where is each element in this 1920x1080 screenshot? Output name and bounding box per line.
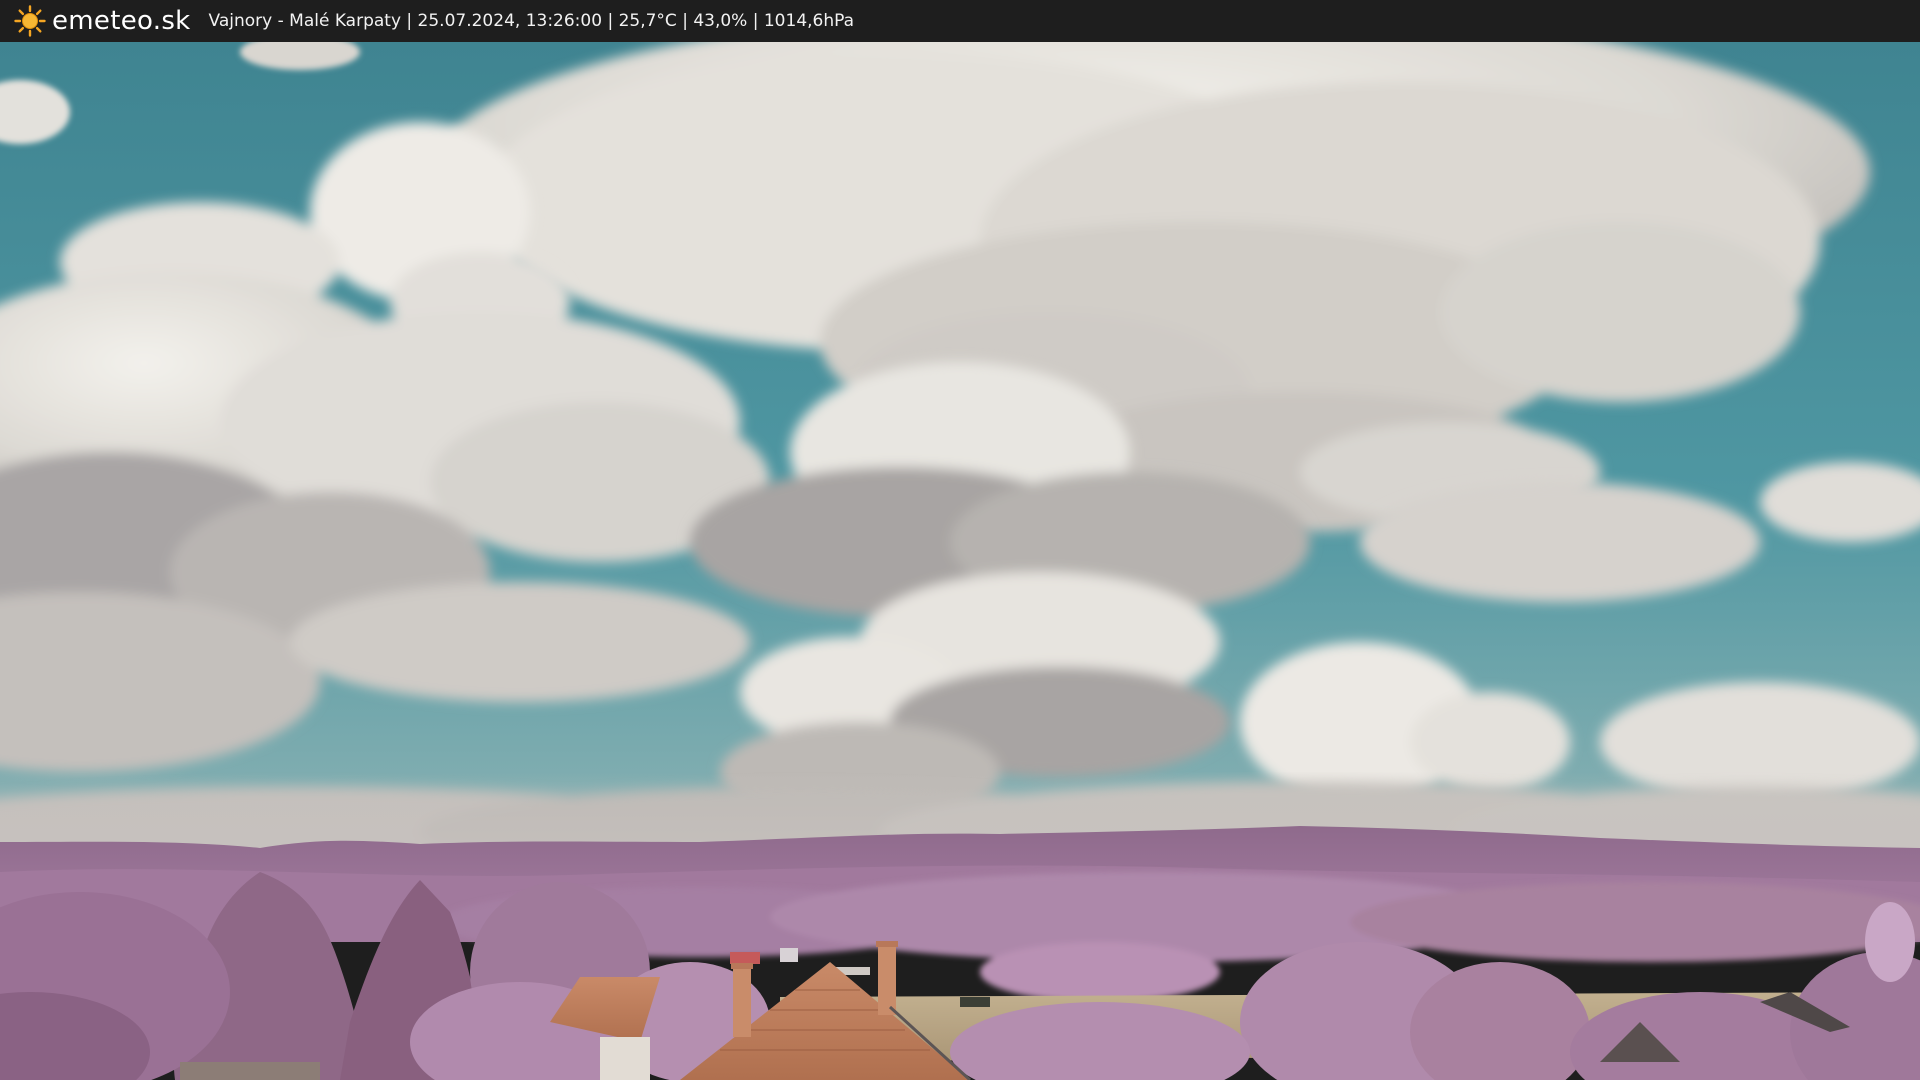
webcam-frame: emeteo.sk Vajnory - Malé Karpaty | 25.07… [0,0,1920,1080]
logo[interactable]: emeteo.sk [14,0,191,42]
sun-icon [14,5,46,37]
brand-name[interactable]: emeteo.sk [52,0,191,42]
header-bar: emeteo.sk Vajnory - Malé Karpaty | 25.07… [0,0,1920,42]
weather-info: Vajnory - Malé Karpaty | 25.07.2024, 13:… [208,11,855,31]
webcam-image [0,42,1920,1080]
